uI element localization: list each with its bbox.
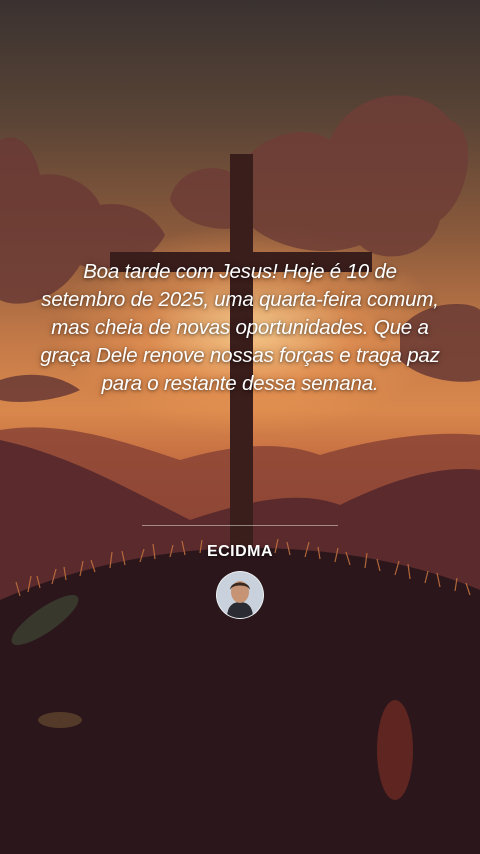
divider-line (142, 525, 338, 526)
light-leak (38, 712, 82, 728)
author-name[interactable]: ECIDMA (0, 543, 480, 561)
avatar[interactable] (216, 571, 264, 619)
scenery (0, 95, 480, 854)
post-message: Boa tarde com Jesus! Hoje é 10 de setemb… (40, 260, 440, 395)
light-leak (377, 700, 413, 800)
story-screen: Boa tarde com Jesus! Hoje é 10 de setemb… (0, 0, 480, 854)
user-avatar-icon (217, 572, 263, 618)
